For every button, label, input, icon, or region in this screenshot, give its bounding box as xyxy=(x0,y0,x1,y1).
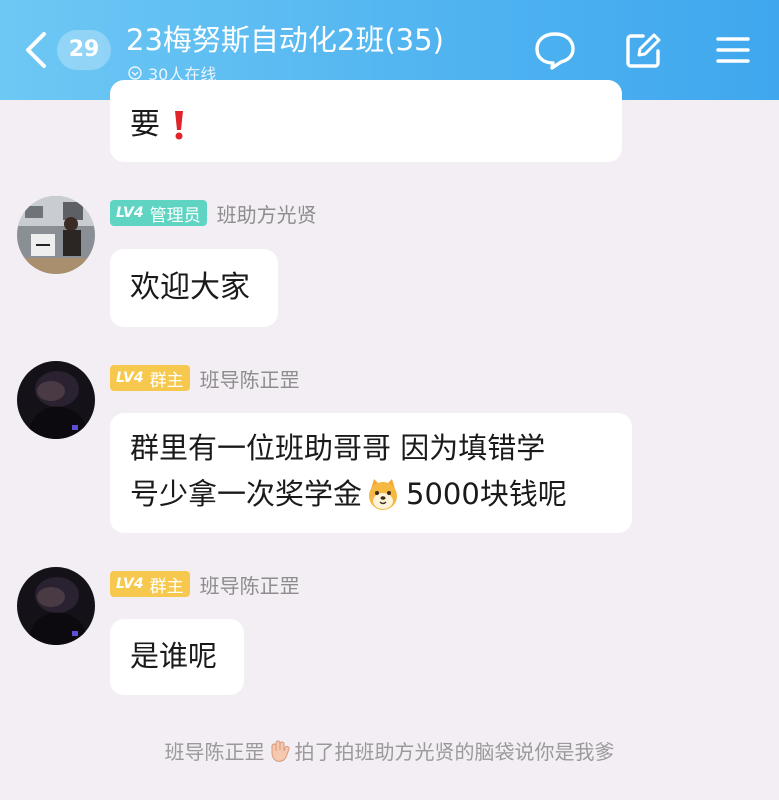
message-bubble[interactable]: 要 xyxy=(110,80,622,162)
avatar[interactable] xyxy=(17,361,95,439)
message-text: 是谁呢 xyxy=(130,639,218,673)
message-meta: LV4 群主 班导陈正罡 xyxy=(110,364,300,393)
avatar[interactable] xyxy=(17,196,95,274)
group-title[interactable]: 23梅努斯自动化2班(35) xyxy=(126,20,444,60)
message-text-line: 群里有一位班助哥哥 因为填错学 xyxy=(130,431,546,465)
role-label: 群主 xyxy=(149,576,184,597)
level-label: LV4 xyxy=(116,205,144,221)
message-text-segment: 号少拿一次奖学金 xyxy=(130,477,363,511)
level-label: LV4 xyxy=(116,576,144,592)
message-bubble[interactable]: 是谁呢 xyxy=(110,619,244,695)
message-text-segment: 5000块钱呢 xyxy=(406,477,567,511)
sender-name[interactable]: 班导陈正罡 xyxy=(200,570,300,599)
shiba-emoji-icon xyxy=(369,479,398,510)
waving-hand-icon xyxy=(271,740,290,762)
unread-count-badge[interactable]: 29 xyxy=(57,30,111,70)
exclamation-mark-icon xyxy=(175,111,183,140)
message-bubble[interactable]: 欢迎大家 xyxy=(110,249,278,327)
system-notice: 班导陈正罡 拍了拍班助方光贤的脑袋说你是我爹 xyxy=(0,736,779,765)
owner-badge: LV4 群主 xyxy=(110,365,190,391)
chat-bubble-icon[interactable] xyxy=(533,30,577,70)
role-label: 群主 xyxy=(149,370,184,391)
notice-actor[interactable]: 班导陈正罡 xyxy=(165,740,265,764)
message-bubble[interactable]: 群里有一位班助哥哥 因为填错学 号少拿一次奖学金 5000块钱呢 xyxy=(110,413,632,533)
edit-icon[interactable] xyxy=(623,31,663,71)
sender-name[interactable]: 班助方光贤 xyxy=(217,199,317,228)
notice-action: 拍了拍班助方光贤的脑袋说你是我爹 xyxy=(294,740,615,764)
owner-badge: LV4 群主 xyxy=(110,571,190,597)
message-meta: LV4 群主 班导陈正罡 xyxy=(110,570,300,599)
message-meta: LV4 管理员 班助方光贤 xyxy=(110,199,317,228)
level-label: LV4 xyxy=(116,370,144,386)
avatar[interactable] xyxy=(17,567,95,645)
message-text: 欢迎大家 xyxy=(130,270,250,305)
sender-name[interactable]: 班导陈正罡 xyxy=(200,364,300,393)
message-text: 要 xyxy=(130,107,160,142)
admin-badge: LV4 管理员 xyxy=(110,200,207,226)
back-arrow-icon[interactable] xyxy=(22,30,52,70)
chevron-down-circle-icon xyxy=(128,66,142,80)
menu-icon[interactable] xyxy=(715,34,751,66)
role-label: 管理员 xyxy=(149,205,201,226)
